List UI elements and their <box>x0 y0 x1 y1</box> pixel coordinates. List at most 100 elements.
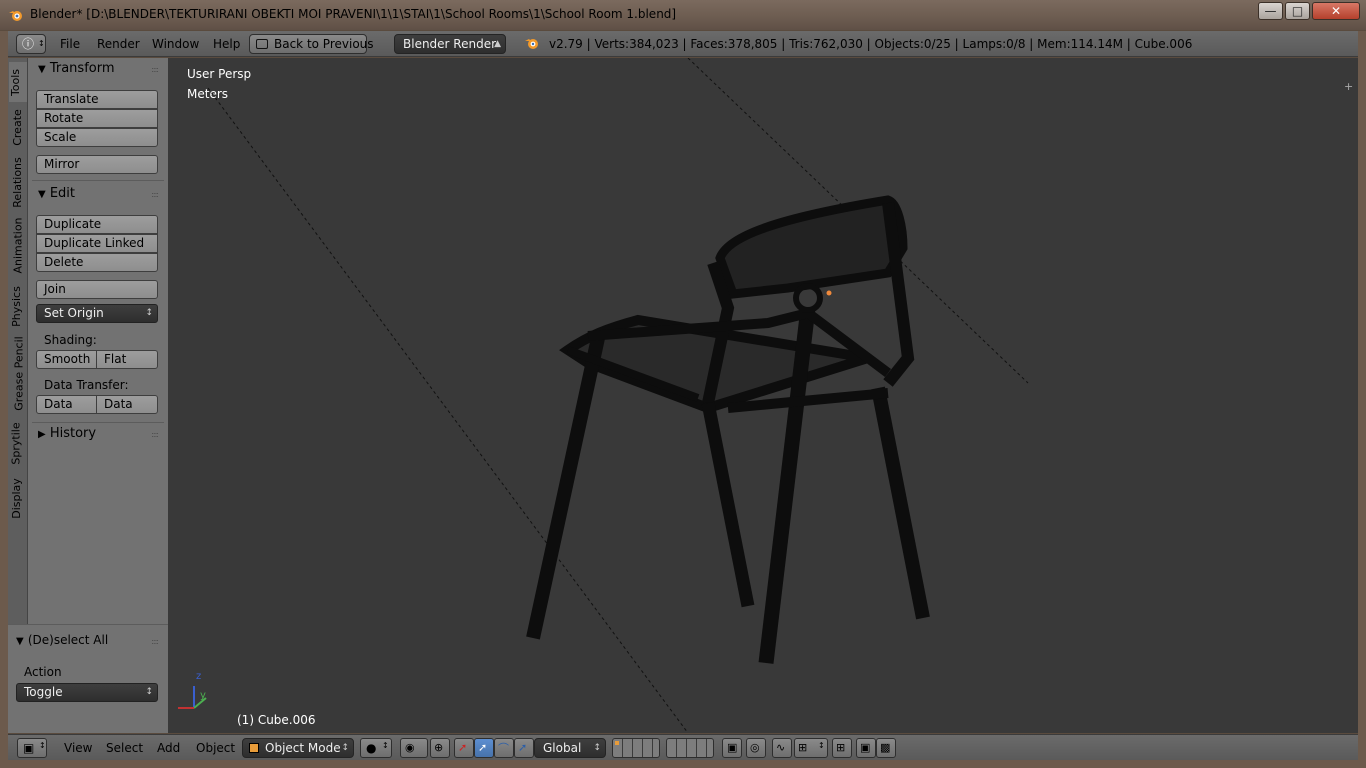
proportional-edit-button[interactable]: ◎ <box>746 738 766 758</box>
tab-display[interactable]: Display <box>9 474 27 522</box>
minimize-button[interactable]: — <box>1258 2 1283 20</box>
chevron-updown-icon: ↕ <box>818 741 825 750</box>
scene-layers-group-2[interactable] <box>666 738 714 758</box>
rotate-button[interactable]: Rotate <box>36 109 158 128</box>
tab-tools[interactable]: Tools <box>9 62 27 102</box>
editor-type-button[interactable]: ⓘ ↕ <box>16 34 46 54</box>
tab-grease-pencil[interactable]: Grease Pencil <box>9 336 27 410</box>
manipulator-toggle-button[interactable]: ⊕ <box>430 738 450 758</box>
tab-animation[interactable]: Animation <box>9 216 27 274</box>
operator-panel-header[interactable]: ▼ (De)select All <box>16 633 108 648</box>
tab-tools-label: Tools <box>9 68 23 97</box>
blender-version-icon <box>525 39 538 49</box>
dashed-guide-line <box>207 87 689 733</box>
close-button[interactable]: ✕ <box>1312 2 1360 20</box>
panel-grip-icon[interactable]: :::: <box>151 637 159 646</box>
mirror-button[interactable]: Mirror <box>36 155 158 174</box>
opengl-render-image-button[interactable]: ▣ <box>856 738 876 758</box>
back-screen-icon <box>256 39 268 49</box>
opengl-render-animation-button[interactable]: ▩ <box>876 738 896 758</box>
scale-manipulator-button[interactable]: ⌒ <box>494 738 514 758</box>
menu-object[interactable]: Object <box>196 741 235 755</box>
chair-wireframe <box>526 195 930 664</box>
tab-create-label: Create <box>10 109 24 146</box>
viewport-shading-select[interactable]: ● ↕ <box>360 738 392 758</box>
camera-icon: ▣ <box>860 741 871 754</box>
maximize-icon: □ <box>1291 4 1304 18</box>
data-transfer-label: Data Transfer: <box>44 378 129 392</box>
shade-flat-button[interactable]: Flat <box>96 350 158 369</box>
tab-animation-label: Animation <box>11 217 25 274</box>
window-title: Blender* [D:\BLENDER\TEKTURIRANI OBEKTI … <box>30 7 677 21</box>
back-to-previous-button[interactable]: Back to Previous <box>249 34 374 54</box>
action-select[interactable]: Toggle ↕ <box>16 683 158 702</box>
window-frame-bottom <box>0 760 1366 768</box>
tab-sprytile[interactable]: Sprytile <box>9 418 27 468</box>
3d-viewport[interactable]: User Persp Meters (1) Cube.006 + z y <box>168 58 1358 733</box>
transform-panel-header[interactable]: ▼ Transform <box>38 61 115 76</box>
divider <box>32 422 164 423</box>
axis-y-label: y <box>200 690 206 701</box>
snap-element-select[interactable]: ⊞ ↕ <box>794 738 828 758</box>
scene-statistics: v2.79 | Verts:384,023 | Faces:378,805 | … <box>549 37 1193 51</box>
menu-help[interactable]: Help <box>213 37 240 51</box>
interaction-mode-value: Object Mode <box>265 741 341 755</box>
rotate-arrow-icon: ➚ <box>478 741 488 754</box>
interaction-mode-select[interactable]: Object Mode ↕ <box>242 738 354 758</box>
render-only-button[interactable]: ⊞ <box>832 738 852 758</box>
tab-sprytile-label: Sprytile <box>9 422 23 465</box>
back-to-previous-label: Back to Previous <box>274 37 374 51</box>
info-icon: ⓘ <box>22 37 35 51</box>
tab-physics[interactable]: Physics <box>9 282 27 328</box>
history-panel-header[interactable]: ▶ History <box>38 426 96 441</box>
data-transfer-button[interactable]: Data <box>36 395 97 414</box>
scene-wireframe <box>178 58 1029 733</box>
scale-icon: ➚ <box>518 741 528 754</box>
snap-toggle-button[interactable]: ∿ <box>772 738 792 758</box>
translate-button[interactable]: Translate <box>36 90 158 109</box>
scale-gizmo-button[interactable]: ➚ <box>514 738 534 758</box>
operator-panel: ▼ (De)select All :::: Action Toggle ↕ <box>8 624 168 733</box>
rotate-manipulator-button[interactable]: ➚ <box>474 738 494 758</box>
menu-render[interactable]: Render <box>97 37 140 51</box>
proportional-edit-icon: ◎ <box>750 741 760 754</box>
set-origin-select[interactable]: Set Origin ↕ <box>36 304 158 323</box>
panel-grip-icon[interactable]: :::: <box>151 65 159 74</box>
menu-view[interactable]: View <box>64 741 92 755</box>
panel-grip-icon[interactable]: :::: <box>151 430 159 439</box>
menu-file[interactable]: File <box>60 37 80 51</box>
minimize-icon: — <box>1264 4 1277 18</box>
operator-panel-title: (De)select All <box>27 633 109 647</box>
tab-display-label: Display <box>9 478 23 519</box>
pivot-point-select[interactable]: ◉ <box>400 738 428 758</box>
render-engine-select[interactable]: Blender Render ▲ <box>394 34 506 54</box>
shade-smooth-button[interactable]: Smooth <box>36 350 97 369</box>
duplicate-button[interactable]: Duplicate <box>36 215 158 234</box>
translate-manipulator-button[interactable]: ➚ <box>454 738 474 758</box>
panel-grip-icon[interactable]: :::: <box>151 190 159 199</box>
edit-panel-header[interactable]: ▼ Edit <box>38 186 75 201</box>
editor-type-button[interactable]: ▣ ↕ <box>17 738 47 758</box>
triangle-down-icon: ▼ <box>38 189 46 200</box>
clapperboard-icon: ▩ <box>880 741 891 754</box>
delete-button[interactable]: Delete <box>36 253 158 272</box>
rotate-arc-icon: ⌒ <box>498 742 509 755</box>
scale-button[interactable]: Scale <box>36 128 158 147</box>
lock-camera-layers-button[interactable]: ▣ <box>722 738 742 758</box>
tab-relations[interactable]: Relations <box>9 154 27 210</box>
menu-window[interactable]: Window <box>152 37 199 51</box>
tab-create[interactable]: Create <box>9 106 27 148</box>
menu-select[interactable]: Select <box>106 741 143 755</box>
transform-orientation-select[interactable]: Global ↕ <box>534 738 606 758</box>
scene-layers-group-1[interactable] <box>612 738 660 758</box>
maximize-button[interactable]: □ <box>1285 2 1310 20</box>
3d-view-icon: ▣ <box>23 741 35 755</box>
menu-add[interactable]: Add <box>157 741 180 755</box>
action-label: Action <box>24 665 62 679</box>
data-layout-button[interactable]: Data Layo <box>96 395 158 414</box>
tool-shelf: Tools Create Relations Animation Physics… <box>8 58 168 733</box>
join-button[interactable]: Join <box>36 280 158 299</box>
close-icon: ✕ <box>1330 4 1342 18</box>
duplicate-linked-button[interactable]: Duplicate Linked <box>36 234 158 253</box>
window-frame-right <box>1358 31 1366 768</box>
